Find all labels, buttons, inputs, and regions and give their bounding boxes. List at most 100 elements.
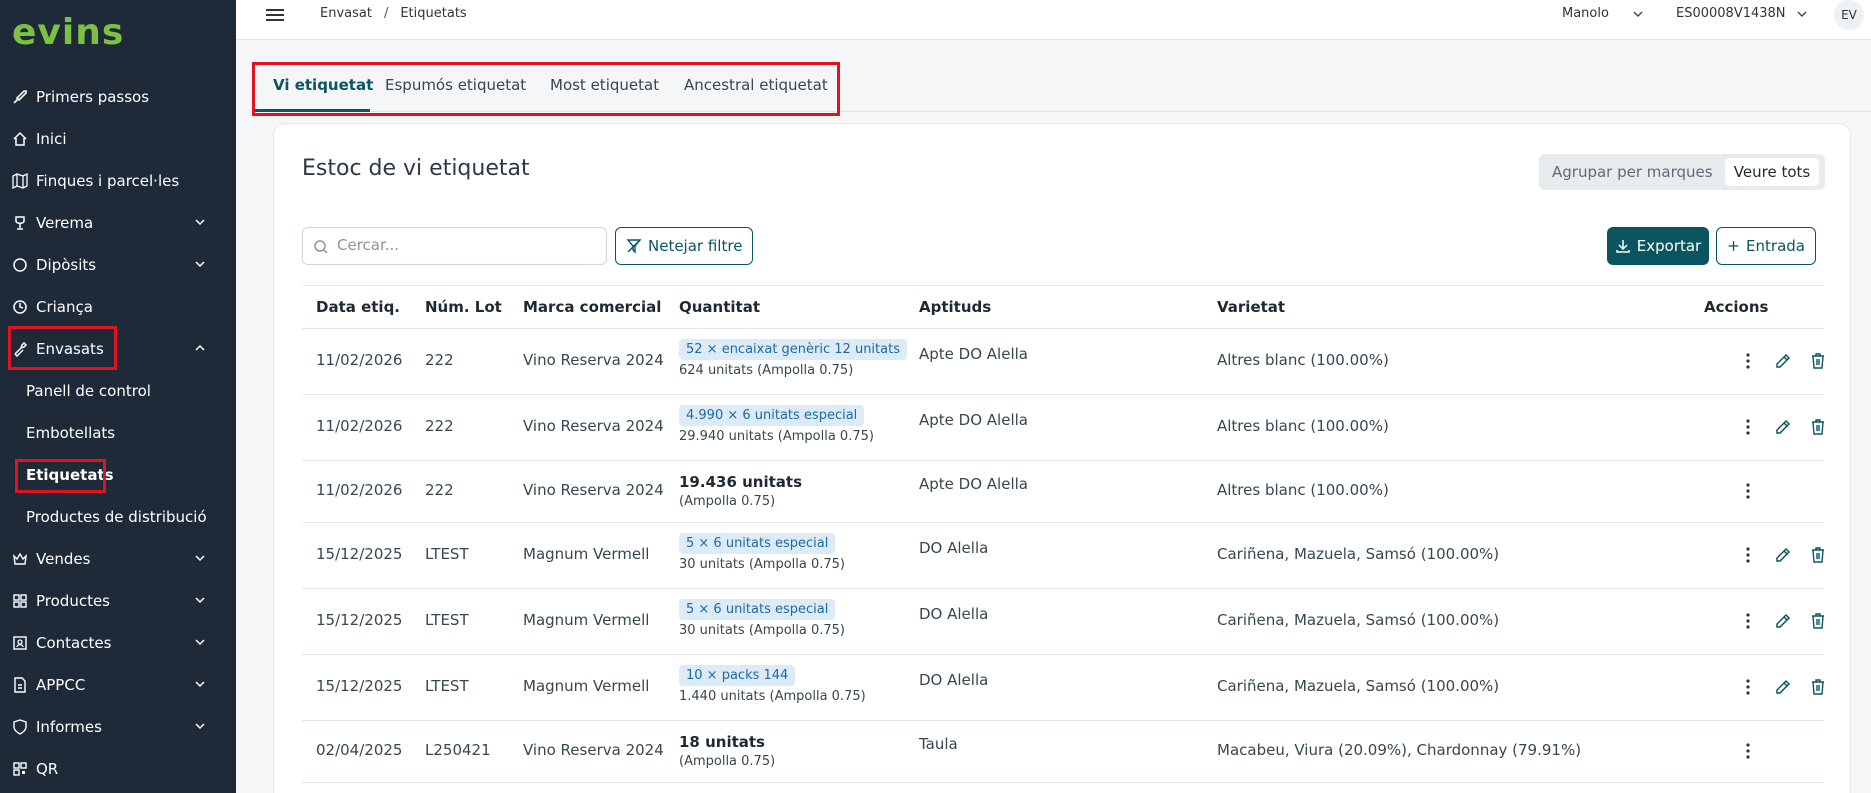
edit-icon[interactable]	[1774, 418, 1792, 436]
column-header-lot[interactable]: Núm. Lot	[425, 298, 502, 316]
sidebar-item-verema[interactable]: Verema	[0, 202, 236, 244]
sidebar-item-vendes[interactable]: Vendes	[0, 538, 236, 580]
sidebar-item-diposits[interactable]: Dipòsits	[0, 244, 236, 286]
more-icon[interactable]	[1739, 418, 1757, 436]
cell-variety: Macabeu, Viura (20.09%), Chardonnay (79.…	[1217, 741, 1582, 759]
sidebar-item-appcc[interactable]: APPCC	[0, 664, 236, 706]
sidebar-item-finques[interactable]: Finques i parcel·les	[0, 160, 236, 202]
column-header-quantity[interactable]: Quantitat	[679, 298, 760, 316]
table-row[interactable]: 02/04/2025 L250421 Vino Reserva 2024 18 …	[302, 721, 1824, 783]
delete-icon[interactable]	[1809, 418, 1827, 436]
clear-filter-button[interactable]: Netejar filtre	[615, 227, 754, 265]
quantity-total: 19.436 unitats	[679, 473, 802, 491]
cell-quantity: 19.436 unitats (Ampolla 0.75)	[679, 473, 802, 509]
delete-icon[interactable]	[1809, 546, 1827, 564]
column-header-date[interactable]: Data etiq.	[316, 298, 400, 316]
cell-aptitude: Apte DO Alella	[919, 411, 1028, 429]
toggle-view-all[interactable]: Veure tots	[1725, 158, 1819, 186]
sidebar-subitem-productes-distribucio[interactable]: Productes de distribució	[26, 496, 207, 538]
cell-variety: Cariñena, Mazuela, Samsó (100.00%)	[1217, 611, 1500, 629]
search-box	[302, 227, 607, 265]
chevron-down-icon	[195, 723, 205, 730]
more-icon[interactable]	[1739, 546, 1757, 564]
cell-brand: Magnum Vermell	[523, 677, 650, 695]
column-header-brand[interactable]: Marca comercial	[523, 298, 661, 316]
grid-icon	[12, 593, 28, 609]
sidebar-item-primers-passos[interactable]: Primers passos	[0, 76, 236, 118]
column-header-variety[interactable]: Varietat	[1217, 298, 1285, 316]
shield-icon	[12, 719, 28, 735]
user-name[interactable]: Manolo	[1562, 6, 1609, 21]
chevron-down-icon	[195, 555, 205, 562]
sidebar-subitem-panell[interactable]: Panell de control	[26, 370, 151, 412]
delete-icon[interactable]	[1809, 352, 1827, 370]
sidebar-item-contactes[interactable]: Contactes	[0, 622, 236, 664]
quantity-badge: 5 × 6 unitats especial	[679, 533, 836, 554]
winery-code[interactable]: ES00008V1438N	[1676, 6, 1786, 21]
table-row[interactable]: 11/02/2026 222 Vino Reserva 2024 19.436 …	[302, 461, 1824, 523]
cell-brand: Vino Reserva 2024	[523, 481, 664, 499]
breadcrumb-item-envasat[interactable]: Envasat	[320, 6, 372, 21]
sidebar-item-label: Primers passos	[36, 88, 150, 106]
more-icon[interactable]	[1739, 742, 1757, 760]
column-header-aptitude[interactable]: Aptituds	[919, 298, 991, 316]
sidebar-item-label: Finques i parcel·les	[36, 172, 180, 190]
edit-icon[interactable]	[1774, 678, 1792, 696]
sidebar-item-label: Verema	[36, 214, 94, 232]
more-icon[interactable]	[1739, 678, 1757, 696]
chevron-down-icon	[195, 261, 205, 268]
menu-icon[interactable]	[266, 6, 284, 22]
edit-icon[interactable]	[1774, 546, 1792, 564]
sidebar-item-productes[interactable]: Productes	[0, 580, 236, 622]
app-logo[interactable]: evins	[12, 12, 124, 53]
cell-quantity: 52 × encaixat genèric 12 unitats 624 uni…	[679, 339, 907, 378]
highlight-tabs	[252, 62, 840, 116]
page-title: Estoc de vi etiquetat	[302, 156, 530, 181]
chevron-down-icon	[195, 219, 205, 226]
chevron-down-icon[interactable]	[1796, 8, 1808, 20]
edit-icon[interactable]	[1774, 612, 1792, 630]
entry-label: Entrada	[1746, 237, 1805, 255]
home-icon	[12, 131, 28, 147]
chevron-down-icon	[195, 639, 205, 646]
quantity-badge: 10 × packs 144	[679, 665, 796, 686]
quantity-badge: 4.990 × 6 unitats especial	[679, 405, 865, 426]
edit-icon[interactable]	[1774, 352, 1792, 370]
table-row[interactable]: 15/12/2025 LTEST Magnum Vermell 10 × pac…	[302, 655, 1824, 721]
quantity-units: 29.940 unitats (Ampolla 0.75)	[679, 429, 874, 444]
cell-brand: Vino Reserva 2024	[523, 351, 664, 369]
chevron-down-icon[interactable]	[1632, 8, 1644, 20]
sidebar-item-label: Informes	[36, 718, 102, 736]
table-row[interactable]: 11/02/2026 222 Vino Reserva 2024 4.990 ×…	[302, 395, 1824, 461]
highlight-envasats	[8, 326, 117, 370]
sidebar-subitem-embotellats[interactable]: Embotellats	[26, 412, 115, 454]
view-toggle: Agrupar per marques Veure tots	[1539, 154, 1825, 190]
sidebar-item-label: Vendes	[36, 550, 91, 568]
more-icon[interactable]	[1739, 352, 1757, 370]
table-row[interactable]: 15/12/2025 LTEST Magnum Vermell 5 × 6 un…	[302, 523, 1824, 589]
plus-icon	[1728, 241, 1739, 251]
cell-date: 15/12/2025	[316, 545, 403, 563]
chevron-down-icon	[195, 597, 205, 604]
delete-icon[interactable]	[1809, 678, 1827, 696]
table-row[interactable]: 15/12/2025 LTEST Magnum Vermell 5 × 6 un…	[302, 589, 1824, 655]
quantity-badge: 52 × encaixat genèric 12 unitats	[679, 339, 907, 360]
delete-icon[interactable]	[1809, 612, 1827, 630]
avatar[interactable]: EV	[1834, 0, 1864, 30]
export-button[interactable]: Exportar	[1607, 227, 1709, 265]
cell-lot: LTEST	[425, 677, 469, 695]
sidebar-item-crianca[interactable]: Criança	[0, 286, 236, 328]
table-row[interactable]: 11/02/2026 222 Vino Reserva 2024 52 × en…	[302, 329, 1824, 395]
cell-date: 15/12/2025	[316, 611, 403, 629]
search-input[interactable]	[337, 236, 597, 254]
sidebar-item-inici[interactable]: Inici	[0, 118, 236, 160]
toggle-group-by-brand[interactable]: Agrupar per marques	[1552, 163, 1713, 181]
clear-filter-label: Netejar filtre	[648, 237, 743, 255]
entry-button[interactable]: Entrada	[1716, 227, 1816, 265]
cell-aptitude: DO Alella	[919, 539, 989, 557]
quantity-units: 624 unitats (Ampolla 0.75)	[679, 363, 854, 378]
sidebar-item-informes[interactable]: Informes	[0, 706, 236, 748]
more-icon[interactable]	[1739, 612, 1757, 630]
more-icon[interactable]	[1739, 482, 1757, 500]
sidebar-item-qr[interactable]: QR	[0, 748, 236, 790]
